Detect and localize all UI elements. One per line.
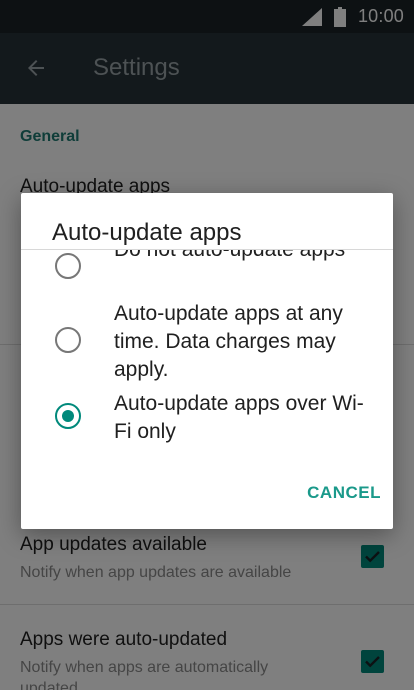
radio-any-time[interactable] [55,327,81,353]
radio-do-not-auto-update[interactable] [55,253,81,279]
option-label: Auto-update apps at any time. Data charg… [114,302,343,381]
dialog-options-list[interactable]: Do not auto-update apps Auto-update apps… [21,250,393,455]
option-label: Auto-update apps over Wi-Fi only [114,392,364,443]
auto-update-dialog: Auto-update apps Do not auto-update apps… [21,193,393,529]
radio-wifi-only[interactable] [55,403,81,429]
dialog-title: Auto-update apps [52,219,242,246]
cancel-button[interactable]: CANCEL [281,475,381,511]
option-label: Do not auto-update apps [114,250,374,264]
